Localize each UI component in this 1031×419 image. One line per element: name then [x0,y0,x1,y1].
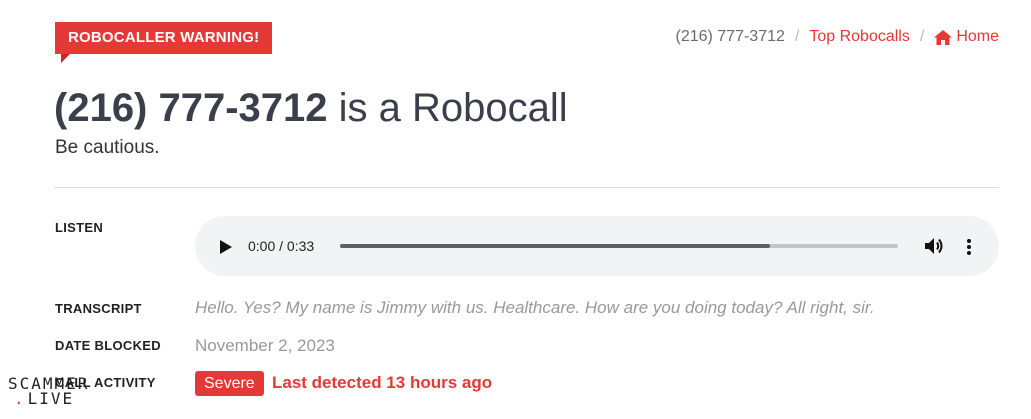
watermark-dot: . [14,389,26,408]
divider [54,187,999,188]
audio-time: 0:00 / 0:33 [248,238,315,254]
breadcrumb-top-robocalls-link[interactable]: Top Robocalls [809,28,910,46]
audio-progress-bar[interactable] [340,244,898,248]
page-title-suffix: is a Robocall [327,86,568,130]
page-title-number: (216) 777-3712 [54,86,328,130]
breadcrumb-home-label: Home [956,28,999,45]
date-blocked-value: November 2, 2023 [195,336,335,355]
volume-icon[interactable] [924,237,944,255]
watermark-line2: LIVE [27,389,75,408]
last-detected-text: Last detected 13 hours ago [272,373,493,392]
listen-label: LISTEN [55,220,104,235]
transcript-label: TRANSCRIPT [55,301,142,316]
breadcrumb: (216) 777-3712 / Top Robocalls / Home [675,28,999,46]
scammer-live-watermark: SCAMMER . LIVE [8,376,88,410]
play-icon[interactable] [219,239,233,255]
breadcrumb-separator: / [794,28,800,45]
breadcrumb-home-link[interactable]: Home [934,28,999,46]
audio-player[interactable]: 0:00 / 0:33 [195,216,999,276]
breadcrumb-separator: / [919,28,925,45]
more-vert-icon[interactable] [966,238,972,256]
page-title: (216) 777-3712 is a Robocall [54,84,568,132]
transcript-text: Hello. Yes? My name is Jimmy with us. He… [195,298,875,317]
robocaller-warning-badge: ROBOCALLER WARNING! [55,22,273,63]
severity-badge: Severe [195,371,264,396]
page-subtitle: Be cautious. [55,137,160,158]
breadcrumb-current-number: (216) 777-3712 [675,28,785,45]
home-icon [934,29,953,45]
date-blocked-label: DATE BLOCKED [55,338,161,353]
audio-progress-fill [340,244,770,248]
